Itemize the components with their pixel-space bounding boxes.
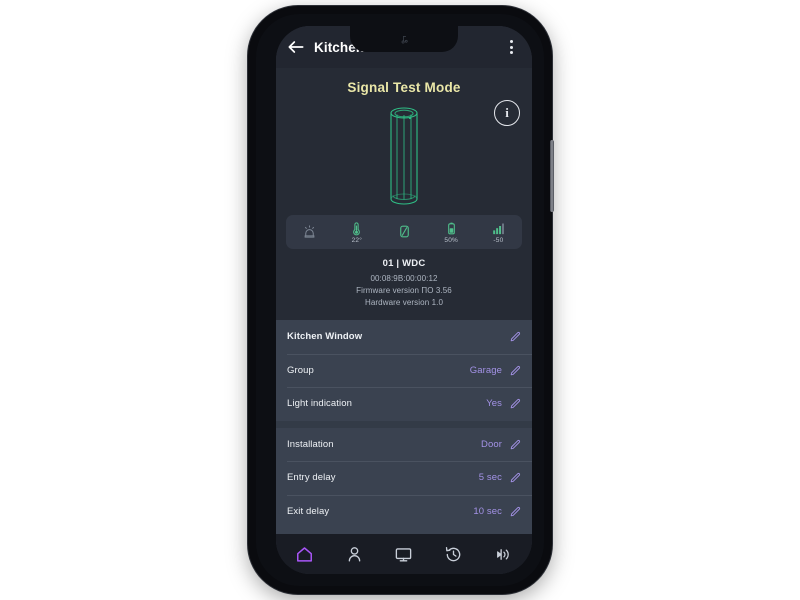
- pencil-icon[interactable]: [509, 471, 522, 484]
- signal-test-mode-title: Signal Test Mode: [347, 80, 461, 95]
- phone-notch: [350, 26, 458, 52]
- status-cell-battery[interactable]: 50%: [428, 215, 475, 249]
- siren-icon: [304, 225, 315, 238]
- device-hero-panel: Signal Test Mode i 22° 50% -50 01 | WDC …: [276, 68, 532, 320]
- door-contact-magnet-3d-icon: [390, 107, 418, 205]
- phone-frame: Kitchen Window Signal Test Mode i: [248, 6, 552, 594]
- settings-row-value: Yes: [486, 398, 502, 410]
- settings-row-light-indication[interactable]: Light indication Yes: [276, 387, 532, 421]
- status-cell-temperature[interactable]: 22°: [333, 215, 380, 249]
- info-icon-letter: i: [505, 105, 509, 120]
- kebab-menu-icon[interactable]: [502, 38, 520, 56]
- status-cell-signal[interactable]: -50: [475, 215, 522, 249]
- settings-row-label: Entry delay: [287, 472, 336, 484]
- device-status-strip: 22° 50% -50: [286, 215, 522, 249]
- battery-icon: [447, 222, 455, 234]
- notch-sensor-icon: [401, 35, 408, 43]
- settings-list: Kitchen Window Group Garage Light indica…: [276, 320, 532, 534]
- settings-row-device-name[interactable]: Kitchen Window: [276, 320, 532, 354]
- settings-row-installation[interactable]: Installation Door: [276, 428, 532, 462]
- phone-bezel: Kitchen Window Signal Test Mode i: [256, 14, 544, 586]
- screenshot-stage: Kitchen Window Signal Test Mode i: [0, 0, 800, 600]
- phone-screen: Kitchen Window Signal Test Mode i: [276, 26, 532, 574]
- info-icon[interactable]: i: [494, 100, 520, 126]
- device-meta: 01 | WDC 00:08:9B:00:00:12 Firmware vers…: [276, 249, 532, 320]
- settings-row-value: Door: [481, 438, 502, 450]
- settings-row-label: Installation: [287, 438, 334, 450]
- pencil-icon[interactable]: [509, 438, 522, 451]
- status-value-signal: -50: [493, 236, 504, 244]
- settings-row-label: Exit delay: [287, 505, 330, 517]
- settings-row-group[interactable]: Group Garage: [276, 353, 532, 388]
- settings-row-label: Group: [287, 364, 314, 376]
- monitor-icon: [396, 547, 412, 562]
- settings-group-general: Kitchen Window Group Garage Light indica…: [276, 320, 532, 421]
- nav-item-history[interactable]: [439, 541, 469, 567]
- settings-row-value: Garage: [469, 364, 502, 376]
- connection-icon: [399, 225, 409, 238]
- history-icon: [445, 546, 461, 561]
- device-meta-mac: 00:08:9B:00:00:12: [370, 274, 438, 283]
- pencil-icon[interactable]: [509, 364, 522, 377]
- device-meta-title: 01 | WDC: [382, 258, 426, 269]
- bottom-navigation-bar: [276, 534, 532, 574]
- status-cell-connection[interactable]: [380, 215, 427, 249]
- nav-item-user[interactable]: [339, 541, 369, 567]
- settings-row-label: Kitchen Window: [287, 331, 363, 343]
- settings-group-installation: Installation Door Entry delay 5 sec Exit…: [276, 427, 532, 529]
- settings-row-exit-delay[interactable]: Exit delay 10 sec: [276, 494, 532, 529]
- nav-item-home[interactable]: [290, 541, 320, 567]
- nav-item-broadcast[interactable]: [488, 541, 518, 567]
- thermometer-icon: [353, 221, 361, 235]
- home-icon: [297, 546, 313, 562]
- device-meta-hardware: Hardware version 1.0: [364, 298, 444, 307]
- signal-bars-icon: [493, 223, 504, 234]
- pencil-icon[interactable]: [509, 330, 522, 343]
- device-meta-firmware: Firmware version ПО 3.56: [356, 286, 452, 295]
- settings-row-entry-delay[interactable]: Entry delay 5 sec: [276, 461, 532, 495]
- device-illustration: [276, 101, 532, 211]
- broadcast-icon: [496, 548, 509, 560]
- status-value-battery: 50%: [444, 236, 459, 244]
- back-arrow-icon[interactable]: [286, 37, 306, 57]
- user-icon: [348, 546, 361, 562]
- nav-item-monitor[interactable]: [389, 541, 419, 567]
- settings-row-value: 5 sec: [478, 472, 502, 484]
- pencil-icon[interactable]: [509, 505, 522, 518]
- settings-section-divider: [276, 420, 532, 428]
- pencil-icon[interactable]: [509, 397, 522, 410]
- settings-row-label: Light indication: [287, 398, 352, 410]
- status-cell-siren[interactable]: [286, 215, 333, 249]
- phone-power-button[interactable]: [550, 140, 554, 212]
- status-value-temperature: 22°: [351, 236, 363, 244]
- settings-row-value: 10 sec: [473, 505, 502, 517]
